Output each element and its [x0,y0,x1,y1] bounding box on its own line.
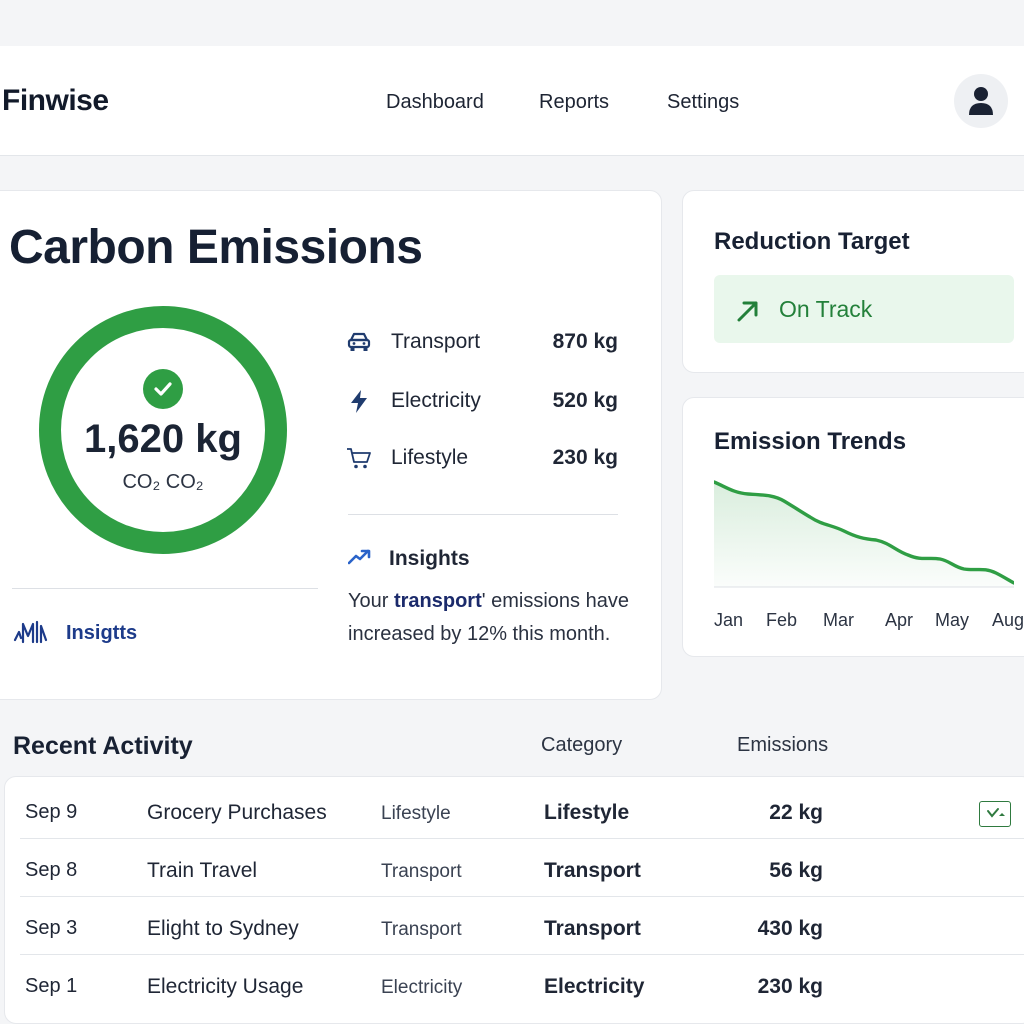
reduction-target-title: Reduction Target [714,228,910,255]
category-label: Electricity [391,389,481,412]
top-nav-bar: Finwise Dashboard Reports Settings [0,46,1024,156]
row-emissions: 430 kg [757,917,823,940]
total-emissions-value: 1,620 kg [84,417,242,461]
nav-dashboard[interactable]: Dashboard [386,91,484,114]
row-tag: Transport [381,861,462,882]
emissions-ring: 1,620 kg CO₂ CO₂ [38,305,288,555]
row-date: Sep 8 [25,859,78,881]
row-name: Grocery Purchases [147,801,327,824]
row-category: Lifestyle [544,801,630,824]
trend-line-chart [714,480,1014,588]
insights-link[interactable]: Insigtts [66,622,137,645]
row-emissions: 56 kg [769,859,823,882]
cart-icon [347,448,371,469]
row-tag: Electricity [381,977,463,998]
category-value: 870 kg [552,330,618,353]
category-label: Lifestyle [391,446,469,469]
insights-chart-icon [13,620,48,644]
table-row[interactable]: Sep 3 Elight to Sydney Transport Transpo… [5,897,1024,955]
lightning-icon [351,390,367,413]
x-tick-label: Aug [992,610,1024,630]
category-row-electricity: Electricity 520 kg [346,386,626,416]
car-icon [347,332,371,351]
page-title: Carbon Emissions [9,221,423,274]
row-tag: Transport [381,919,462,940]
user-icon [969,87,993,115]
check-icon [143,369,183,409]
category-row-lifestyle: Lifestyle 230 kg [346,443,626,473]
row-name: Elight to Sydney [147,917,299,940]
divider [12,588,318,589]
row-emissions: 22 kg [769,801,823,824]
column-header-emissions[interactable]: Emissions [737,734,828,757]
row-name: Electricity Usage [147,975,304,998]
insight-text: Your transport' emissions have increased… [348,590,629,645]
category-label: Transport [391,330,481,353]
on-track-status: On Track [714,275,1014,343]
category-value: 230 kg [552,446,618,469]
chart-check-icon[interactable] [979,801,1011,827]
row-category: Transport [544,917,641,940]
divider [348,514,618,515]
x-tick-label: Apr [885,610,914,630]
row-category: Electricity [544,975,645,998]
table-row[interactable]: Sep 1 Electricity Usage Electricity Elec… [5,955,1024,1013]
trend-up-icon [348,549,371,565]
category-row-transport: Transport 870 kg [346,327,626,357]
user-avatar[interactable] [954,74,1008,128]
insight-keyword: transport [393,590,482,612]
row-emissions: 230 kg [757,975,823,998]
insights-heading: Insights [389,547,470,570]
total-emissions-unit: CO₂ CO₂ [122,471,204,493]
category-value: 520 kg [552,389,618,412]
recent-activity-title: Recent Activity [13,732,193,760]
table-row[interactable]: Sep 9 Grocery Purchases Lifestyle Lifest… [5,781,1024,839]
table-row[interactable]: Sep 8 Train Travel Transport Transport 5… [5,839,1024,897]
nav-reports[interactable]: Reports [539,91,609,114]
x-tick-label: May [935,610,970,630]
activity-table: Sep 9 Grocery Purchases Lifestyle Lifest… [4,776,1024,1024]
row-name: Train Travel [147,859,258,882]
emission-trends-title: Emission Trends [714,428,907,455]
x-tick-label: Jan [714,610,744,630]
x-tick-label: Feb [766,610,798,630]
x-tick-label: Mar [823,610,854,630]
nav-settings[interactable]: Settings [667,91,739,114]
row-date: Sep 9 [25,801,78,823]
brand-logo[interactable]: Finwise [2,84,109,118]
row-category: Transport [544,859,641,882]
row-tag: Lifestyle [381,803,451,824]
arrow-up-right-icon [737,301,758,322]
row-date: Sep 1 [25,975,78,997]
row-date: Sep 3 [25,917,78,939]
status-text: On Track [779,296,873,322]
trend-area [714,482,1014,587]
column-header-category[interactable]: Category [541,734,622,757]
